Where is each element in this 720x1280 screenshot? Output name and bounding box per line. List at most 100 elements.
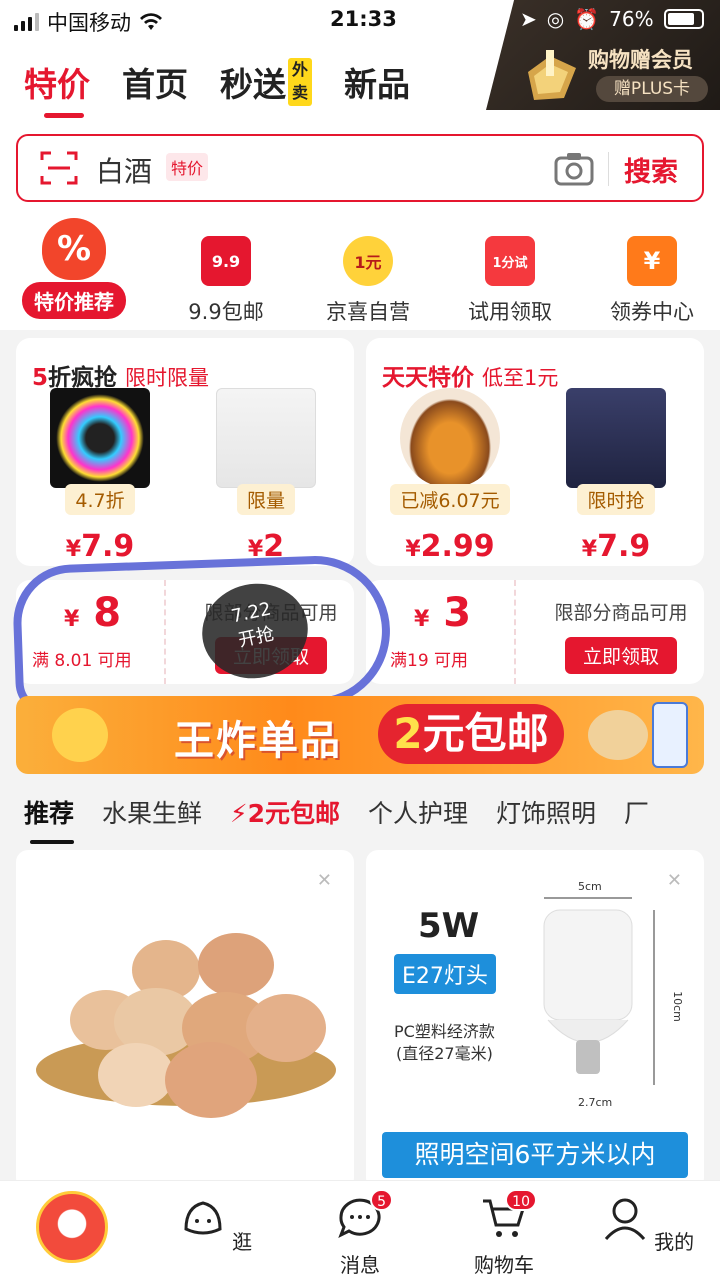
signal-icon [14,13,39,31]
product-cotton-pads[interactable]: 限量 ¥2 [186,388,346,564]
coupon-note: 限部分商品可用 [554,602,688,624]
scan-icon[interactable] [40,150,78,186]
price-value: 7.9 [597,529,651,564]
bottom-nav-mascot[interactable] [12,1191,132,1263]
close-icon[interactable]: ✕ [667,870,682,891]
carrier-name: 中国移动 [47,11,131,35]
currency-symbol: ¥ [581,537,598,562]
category-99[interactable]: 9.9 9.9包邮 [156,232,296,326]
battery-percent: 76% [609,7,654,31]
tab-home[interactable]: 首页 [122,58,188,106]
bottom-nav-messages[interactable]: 5 消息 [300,1189,420,1278]
mascot-home-icon [36,1191,108,1263]
tab-new[interactable]: 新品 [344,58,410,106]
bulb-banner: 照明空间6平方米以内 [382,1132,688,1178]
product-tag: 限量 [236,484,295,515]
product-image [400,388,500,488]
bulb-watt: 5W [418,906,480,946]
bulb-desc-1: PC塑料经济款 [394,1022,495,1041]
feed-tabs: 推荐 水果生鲜 ⚡2元包邮 个人护理 灯饰照明 厂 [24,794,649,844]
feed-tab-2yuan-label: 2元包邮 [247,799,340,828]
coupon-amount: ¥ 3 [414,590,471,636]
product-fan[interactable]: 4.7折 ¥7.9 [20,388,180,564]
price-value: 2.99 [420,529,495,564]
feed-tab-fruit[interactable]: 水果生鲜 [102,794,202,830]
tab-miaosong-label: 秒送 [220,65,286,104]
amount-value: 3 [443,590,472,636]
gold-gift-icon [528,50,576,100]
feed-tab-lighting[interactable]: 灯饰照明 [496,794,596,830]
bottom-nav-label: 购物车 [474,1253,534,1277]
bottom-nav-profile[interactable]: 我的 [588,1195,708,1255]
product-bread-bag[interactable]: 限时抢 ¥7.9 [536,388,696,564]
promo-banner[interactable]: 王炸单品 2元包邮 [16,696,704,774]
mascot-icon [52,708,108,762]
category-jingxi[interactable]: 1元 京喜自营 [298,232,438,326]
location-icon: ➤ [520,7,537,31]
vip-plus-button[interactable]: 赠PLUS卡 [596,76,708,102]
camera-icon[interactable] [554,150,594,186]
search-tag: 特价 [166,153,209,181]
banner-pill: 2元包邮 [378,704,564,764]
cart-count-badge: 10 [505,1189,537,1211]
banner-pill-number: 2 [393,709,423,758]
product-tag: 限时抢 [577,484,655,515]
tab-miaosong[interactable]: 秒送 外卖 [220,58,312,106]
wifi-icon [140,13,162,30]
promo-title: 5折疯抢 限时限量 [32,358,209,392]
category-tejia-tuijian[interactable]: % 特价推荐 [4,218,144,319]
search-input[interactable]: 白酒 [96,150,152,190]
battery-icon [663,9,704,29]
currency-symbol: ¥ [65,537,82,562]
bulb-base: E27灯头 [394,954,496,994]
feed-tab-personal-care[interactable]: 个人护理 [368,794,468,830]
eggs-basket-icon [588,710,648,760]
bottom-nav-cart[interactable]: 10 购物车 [444,1189,564,1278]
close-icon[interactable]: ✕ [317,870,332,891]
99-bag-icon: 9.9 [201,236,251,286]
currency-symbol: ¥ [405,537,421,562]
feed-card-bulb[interactable]: ✕ 5W E27灯头 PC塑料经济款 (直径27毫米) 5cm 10cm 2.7… [366,850,704,1190]
product-sweet-potato[interactable]: 已减6.07元 ¥2.99 [370,388,530,564]
feed-tab-2yuan[interactable]: ⚡2元包邮 [230,794,340,830]
bottom-nav-browse[interactable]: 逛 [156,1195,276,1255]
banner-pill-text: 元包邮 [422,709,549,758]
category-coupons[interactable]: ¥ 领券中心 [582,232,720,326]
product-image [566,388,666,488]
category-row: % 特价推荐 9.9 9.9包邮 1元 京喜自营 1分试 试用领取 ¥ 领券中心 [0,218,720,328]
vip-title: 购物赠会员 [588,48,693,72]
tab-tejia[interactable]: 特价 [24,58,90,118]
browse-bun-icon [184,1201,222,1235]
coupon-icon: ¥ [627,236,677,286]
category-label: 领券中心 [610,300,694,324]
product-image [50,388,150,488]
feed-tab-recommend[interactable]: 推荐 [24,794,75,844]
search-divider [608,152,609,186]
top-tabs: 特价 首页 秒送 外卖 新品 [24,58,410,118]
category-label: 京喜自营 [326,300,410,324]
claim-button[interactable]: 立即领取 [564,637,677,674]
feed-tab-more[interactable]: 厂 [624,794,649,830]
bottom-nav-label: 消息 [340,1253,380,1277]
category-trial[interactable]: 1分试 试用领取 [440,232,580,326]
trial-bag-icon: 1分试 [485,236,535,286]
one-yuan-badge-icon: 1元 [343,236,393,286]
promo-card-daily-deals[interactable]: 天天特价 低至1元 已减6.07元 ¥2.99 限时抢 ¥7.9 [366,338,704,566]
currency-symbol: ¥ [414,607,430,632]
search-bar[interactable]: 白酒 特价 搜索 [16,134,704,202]
coupon-3[interactable]: ¥ 3 满19 可用 限部分商品可用 立即领取 [366,580,704,684]
message-count-badge: 5 [370,1189,393,1211]
product-price: ¥7.9 [20,529,180,564]
product-price: ¥2.99 [370,529,530,564]
promo-card-half-price[interactable]: 5折疯抢 限时限量 4.7折 ¥7.9 限量 ¥2 [16,338,354,566]
bottom-nav-label: 我的 [654,1230,695,1254]
bulb-image [543,897,655,1085]
feed-card-eggs[interactable]: ✕ [16,850,354,1190]
category-label: 试用领取 [468,300,552,324]
coupon-right: 限部分商品可用 立即领取 [526,598,716,674]
bottom-nav: 逛 5 消息 10 购物车 我的 [0,1180,720,1280]
percent-flame-icon: % [42,218,106,280]
search-button[interactable]: 搜索 [624,150,678,189]
category-label: 9.9包邮 [188,300,264,324]
banner-title: 王炸单品 [174,718,342,764]
